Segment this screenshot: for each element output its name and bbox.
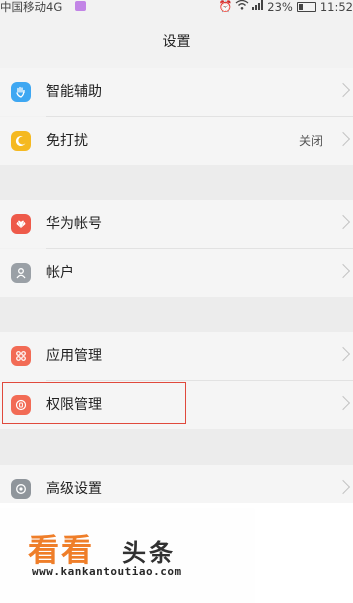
chevron-right-icon xyxy=(335,82,351,98)
section-gap xyxy=(0,297,353,332)
moon-icon xyxy=(11,131,31,151)
chevron-right-icon xyxy=(335,346,351,362)
signal-icon xyxy=(252,0,264,14)
account-icon xyxy=(11,263,31,283)
settings-item-label: 免打扰 xyxy=(46,133,88,149)
chevron-right-icon xyxy=(335,131,351,147)
watermark-brand-suffix: 头条 xyxy=(122,539,176,567)
settings-item-accounts[interactable]: 帐户 xyxy=(0,249,353,297)
chevron-right-icon xyxy=(335,214,351,230)
settings-item-label: 华为帐号 xyxy=(46,216,102,232)
watermark-overlay: 看看 头条 www.kankantoutiao.com xyxy=(0,503,353,603)
settings-item-do-not-disturb[interactable]: 免打扰 关闭 xyxy=(0,117,353,165)
settings-item-label: 应用管理 xyxy=(46,348,102,364)
apps-icon xyxy=(11,346,31,366)
carrier-label: 中国移动4G xyxy=(0,0,63,14)
settings-item-smart-assist[interactable]: 智能辅助 xyxy=(0,68,353,116)
watermark-brand: 看看 xyxy=(28,533,94,569)
highlight-annotation xyxy=(2,382,186,424)
message-icon xyxy=(75,1,86,11)
status-icons: ⏰ 23% 11:52 xyxy=(219,0,353,14)
battery-icon xyxy=(296,2,316,12)
section-gap xyxy=(0,429,353,465)
settings-item-value: 关闭 xyxy=(298,134,323,148)
watermark-url: www.kankantoutiao.com xyxy=(32,565,182,578)
status-bar: 中国移动4G ⏰ 23% 11:52 xyxy=(0,0,353,16)
settings-item-label: 帐户 xyxy=(46,265,74,281)
section-gap xyxy=(0,165,353,200)
hand-icon xyxy=(11,82,31,102)
wifi-icon xyxy=(235,0,249,14)
chevron-right-icon xyxy=(335,395,351,411)
huawei-icon xyxy=(11,214,31,234)
gear-icon xyxy=(11,479,31,499)
page-title: 设置 xyxy=(162,34,191,50)
settings-item-label: 智能辅助 xyxy=(46,84,102,100)
battery-percent: 23% xyxy=(267,0,293,14)
clock: 11:52 xyxy=(319,0,353,14)
settings-item-huawei-account[interactable]: 华为帐号 xyxy=(0,200,353,248)
alarm-icon: ⏰ xyxy=(218,0,233,13)
chevron-right-icon xyxy=(335,263,351,279)
chevron-right-icon xyxy=(335,479,351,495)
settings-item-app-management[interactable]: 应用管理 xyxy=(0,332,353,380)
